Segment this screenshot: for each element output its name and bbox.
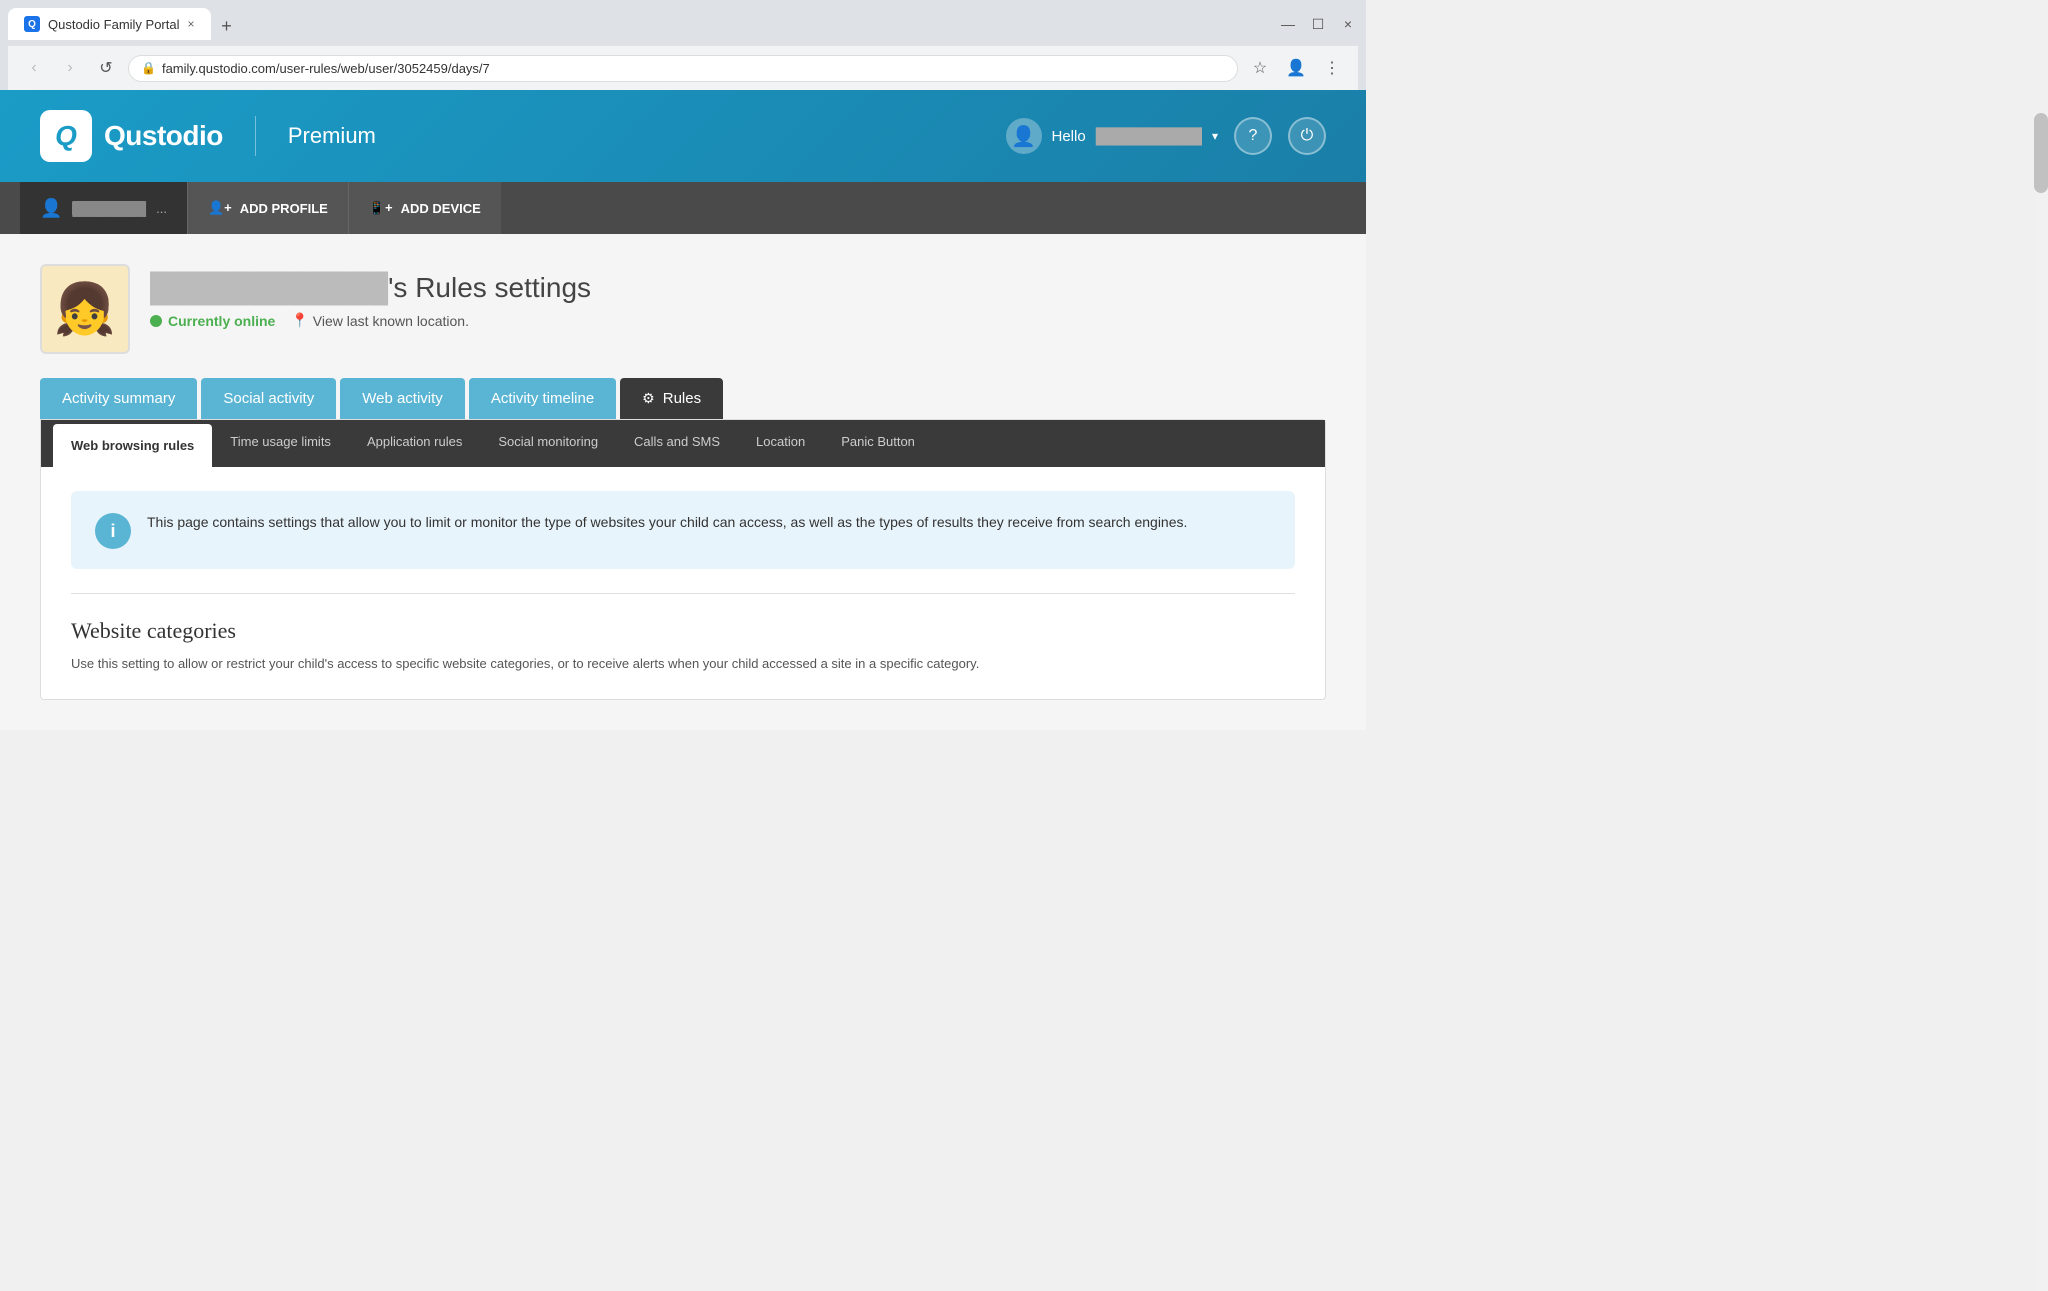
help-button[interactable]: ? [1234,117,1272,155]
logo-name: Qustodio [104,120,223,152]
address-bar[interactable]: 🔒 family.qustodio.com/user-rules/web/use… [128,55,1238,82]
maximize-button[interactable]: ☐ [1308,14,1328,34]
hello-text: Hello [1052,128,1086,145]
location-link-text: View last known location. [313,313,469,329]
add-profile-icon: 👤+ [208,200,232,216]
profile-bar: 👤 ████████ ... 👤+ ADD PROFILE 📱+ ADD DEV… [0,182,1366,234]
add-profile-button[interactable]: 👤+ ADD PROFILE [187,182,348,234]
child-name-blur: ████████████ [150,272,388,304]
browser-titlebar: Q Qustodio Family Portal × + — ☐ × [8,8,1358,40]
info-box: i This page contains settings that allow… [71,491,1295,569]
scrollbar-thumb[interactable] [2034,113,2048,193]
website-categories-desc: Use this setting to allow or restrict yo… [71,654,1295,675]
subtab-panic-button[interactable]: Panic Button [823,420,933,467]
refresh-button[interactable]: ↺ [92,54,120,82]
child-profile-header: 👧 ████████████'s Rules settings Currentl… [40,264,1326,354]
account-button[interactable]: 👤 [1282,54,1310,82]
bookmark-button[interactable]: ☆ [1246,54,1274,82]
rules-content: Web browsing rules Time usage limits App… [40,419,1326,700]
header-right: 👤 Hello ██████████ ▾ ? ⏻ [1006,117,1327,155]
subtab-web-browsing-rules[interactable]: Web browsing rules [53,424,212,467]
sub-tabs: Web browsing rules Time usage limits App… [41,420,1325,467]
child-status-row: Currently online 📍 View last known locat… [150,312,591,329]
power-button[interactable]: ⏻ [1288,117,1326,155]
site-header: Q Qustodio Premium 👤 Hello ██████████ ▾ … [0,90,1366,182]
lock-icon: 🔒 [141,61,156,75]
child-info: ████████████'s Rules settings Currently … [150,264,591,329]
subtab-social-monitoring[interactable]: Social monitoring [480,420,616,467]
subtab-location[interactable]: Location [738,420,823,467]
section-divider [71,593,1295,594]
tab-bar: Q Qustodio Family Portal × + [8,8,241,40]
rules-settings-suffix: 's Rules settings [388,272,591,303]
logo-area: Q Qustodio Premium [40,110,376,162]
location-link[interactable]: 📍 View last known location. [291,312,469,329]
tab-close-button[interactable]: × [188,17,195,31]
profile-more-dots[interactable]: ... [156,201,167,216]
tab-favicon: Q [24,16,40,32]
online-dot [150,315,162,327]
toolbar-actions: ☆ 👤 ⋮ [1246,54,1346,82]
online-indicator: Currently online [150,313,275,329]
info-text: This page contains settings that allow y… [147,511,1187,533]
website-categories-title: Website categories [71,618,1295,644]
logo-icon: Q [40,110,92,162]
scrollbar-track[interactable] [2034,113,2048,1291]
nav-tabs: Activity summary Social activity Web act… [40,378,1326,419]
more-menu-button[interactable]: ⋮ [1318,54,1346,82]
forward-button[interactable]: › [56,54,84,82]
profile-name: ████████ [72,201,146,216]
back-button[interactable]: ‹ [20,54,48,82]
profile-icon: 👤 [40,198,62,219]
tab-activity-summary[interactable]: Activity summary [40,378,197,419]
browser-toolbar: ‹ › ↺ 🔒 family.qustodio.com/user-rules/w… [8,46,1358,90]
add-device-button[interactable]: 📱+ ADD DEVICE [348,182,501,234]
window-controls: — ☐ × [1278,14,1358,34]
gear-icon: ⚙ [642,390,655,407]
logo-divider [255,116,256,156]
browser-tab[interactable]: Q Qustodio Family Portal × [8,8,211,40]
address-text: family.qustodio.com/user-rules/web/user/… [162,61,490,76]
subtab-time-usage-limits[interactable]: Time usage limits [212,420,349,467]
online-status: Currently online [168,313,275,329]
user-name: ██████████ [1096,128,1202,145]
user-avatar: 👤 [1006,118,1042,154]
browser-chrome: Q Qustodio Family Portal × + — ☐ × ‹ › ↺… [0,0,1366,90]
add-device-icon: 📱+ [369,200,393,216]
tab-social-activity[interactable]: Social activity [201,378,336,419]
info-section: i This page contains settings that allow… [41,467,1325,699]
new-tab-button[interactable]: + [213,12,241,40]
minimize-button[interactable]: — [1278,14,1298,34]
user-greeting[interactable]: 👤 Hello ██████████ ▾ [1006,118,1219,154]
tab-title: Qustodio Family Portal [48,17,180,32]
subtab-calls-and-sms[interactable]: Calls and SMS [616,420,738,467]
tab-activity-timeline[interactable]: Activity timeline [469,378,616,419]
current-profile-tab[interactable]: 👤 ████████ ... [20,182,187,234]
tab-web-activity[interactable]: Web activity [340,378,465,419]
child-avatar: 👧 [40,264,130,354]
page-content: Q Qustodio Premium 👤 Hello ██████████ ▾ … [0,90,1366,730]
plan-label: Premium [288,123,376,149]
subtab-application-rules[interactable]: Application rules [349,420,480,467]
main-area: 👧 ████████████'s Rules settings Currentl… [0,234,1366,730]
pin-icon: 📍 [291,312,308,329]
tab-rules[interactable]: ⚙ Rules [620,378,723,419]
close-window-button[interactable]: × [1338,14,1358,34]
child-name-title: ████████████'s Rules settings [150,272,591,304]
info-icon: i [95,513,131,549]
user-menu-chevron[interactable]: ▾ [1212,129,1218,143]
